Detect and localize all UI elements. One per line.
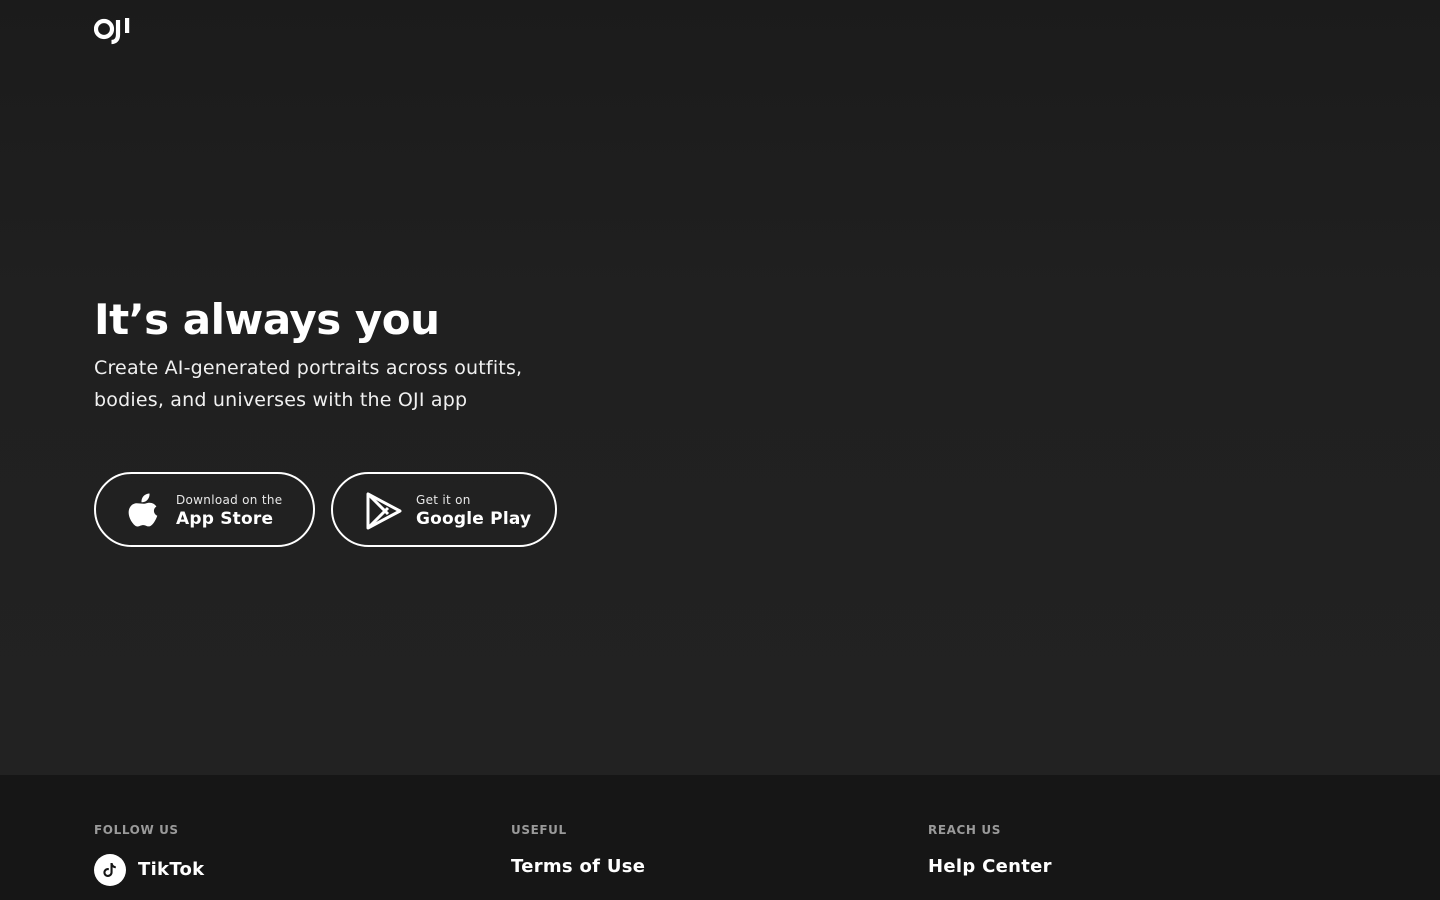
google-play-button[interactable]: Get it on Google Play — [331, 472, 557, 547]
google-play-text: Get it on Google Play — [416, 493, 531, 530]
apple-icon — [126, 490, 164, 532]
hero-section: It’s always you Create AI-generated port… — [0, 0, 1440, 775]
app-store-label: App Store — [176, 509, 274, 529]
help-center-link[interactable]: Help Center — [928, 855, 1052, 879]
page-title: It’s always you — [94, 295, 440, 344]
footer-heading-useful: USEFUL — [511, 823, 567, 837]
google-play-icon — [365, 490, 403, 532]
tiktok-label: TikTok — [138, 859, 205, 880]
tiktok-icon — [94, 854, 126, 886]
app-store-text: Download on the App Store — [176, 493, 282, 530]
tiktok-link[interactable]: TikTok — [94, 854, 204, 886]
footer-follow-column: FOLLOW US TikTok — [94, 822, 204, 886]
google-play-small-label: Get it on — [416, 493, 471, 507]
footer-heading-follow: FOLLOW US — [94, 823, 179, 837]
oji-logo[interactable] — [93, 16, 136, 46]
google-play-label: Google Play — [416, 509, 532, 529]
app-store-button[interactable]: Download on the App Store — [94, 472, 315, 547]
app-store-small-label: Download on the — [176, 493, 283, 507]
oji-logo-icon — [93, 18, 130, 45]
footer: FOLLOW US TikTok USEFUL Terms of Use REA… — [0, 775, 1440, 900]
hero-subtitle: Create AI-generated portraits across out… — [94, 357, 523, 411]
terms-of-use-link[interactable]: Terms of Use — [511, 855, 645, 879]
footer-reach-column: REACH US Help Center — [928, 822, 1052, 879]
footer-useful-column: USEFUL Terms of Use — [511, 822, 645, 879]
footer-heading-reach: REACH US — [928, 823, 1001, 837]
